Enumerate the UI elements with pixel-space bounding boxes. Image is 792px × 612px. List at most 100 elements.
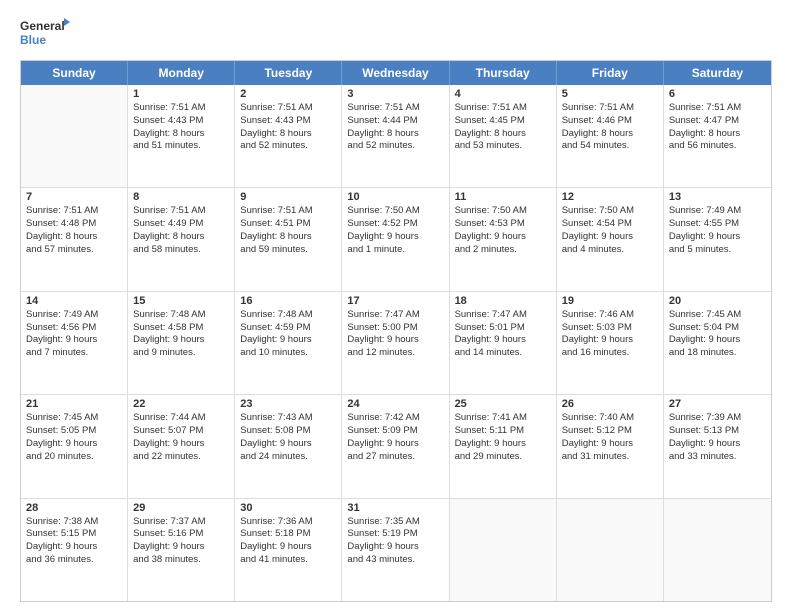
calendar-empty-cell xyxy=(664,499,771,601)
cell-line: Sunset: 4:56 PM xyxy=(26,322,122,335)
cell-line: and 14 minutes. xyxy=(455,347,551,360)
cell-line: Sunset: 4:43 PM xyxy=(240,115,336,128)
cell-line: Daylight: 8 hours xyxy=(347,128,443,141)
cell-line: Sunrise: 7:47 AM xyxy=(455,309,551,322)
header-day-wednesday: Wednesday xyxy=(342,61,449,85)
calendar-day-24: 24 Sunrise: 7:42 AMSunset: 5:09 PMDayligh… xyxy=(342,395,449,497)
day-number: 31 xyxy=(347,502,443,514)
day-number: 8 xyxy=(133,191,229,203)
day-number: 2 xyxy=(240,88,336,100)
cell-line: Daylight: 9 hours xyxy=(240,334,336,347)
day-number: 10 xyxy=(347,191,443,203)
cell-line: and 2 minutes. xyxy=(455,244,551,257)
cell-line: Daylight: 9 hours xyxy=(26,541,122,554)
cell-line: Daylight: 9 hours xyxy=(455,334,551,347)
cell-line: Sunset: 4:46 PM xyxy=(562,115,658,128)
cell-line: Daylight: 9 hours xyxy=(240,541,336,554)
calendar-day-29: 29Sunrise: 7:37 AMSunset: 5:16 PMDayligh… xyxy=(128,499,235,601)
cell-line: and 7 minutes. xyxy=(26,347,122,360)
day-number: 20 xyxy=(669,295,766,307)
cell-line: Sunset: 4:44 PM xyxy=(347,115,443,128)
cell-line: Daylight: 8 hours xyxy=(133,128,229,141)
day-number: 12 xyxy=(562,191,658,203)
cell-line: Sunrise: 7:50 AM xyxy=(562,205,658,218)
cell-line: Sunrise: 7:48 AM xyxy=(133,309,229,322)
cell-line: Sunrise: 7:43 AM xyxy=(240,412,336,425)
cell-line: Sunrise: 7:51 AM xyxy=(240,205,336,218)
cell-line: Sunrise: 7:40 AM xyxy=(562,412,658,425)
calendar-week-2: 7Sunrise: 7:51 AMSunset: 4:48 PMDaylight… xyxy=(21,188,771,291)
cell-line: Daylight: 9 hours xyxy=(455,231,551,244)
calendar-day-18: 18Sunrise: 7:47 AMSunset: 5:01 PMDayligh… xyxy=(450,292,557,394)
cell-line: and 16 minutes. xyxy=(562,347,658,360)
cell-line: and 10 minutes. xyxy=(240,347,336,360)
header-day-saturday: Saturday xyxy=(664,61,771,85)
cell-line: Sunrise: 7:45 AM xyxy=(669,309,766,322)
cell-line: Sunset: 5:19 PM xyxy=(347,528,443,541)
day-number: 16 xyxy=(240,295,336,307)
cell-line: Sunrise: 7:51 AM xyxy=(347,102,443,115)
calendar-day-20: 20Sunrise: 7:45 AMSunset: 5:04 PMDayligh… xyxy=(664,292,771,394)
day-number: 5 xyxy=(562,88,658,100)
cell-line: and 31 minutes. xyxy=(562,451,658,464)
calendar-day-16: 16Sunrise: 7:48 AMSunset: 4:59 PMDayligh… xyxy=(235,292,342,394)
cell-line: Sunrise: 7:47 AM xyxy=(347,309,443,322)
cell-line: Sunset: 5:04 PM xyxy=(669,322,766,335)
cell-line: Daylight: 9 hours xyxy=(347,334,443,347)
cell-line: and 1 minute. xyxy=(347,244,443,257)
page: General Blue SundayMondayTuesdayWednesda… xyxy=(0,0,792,612)
cell-line: Daylight: 9 hours xyxy=(133,334,229,347)
cell-line: Sunrise: 7:36 AM xyxy=(240,516,336,529)
header-day-tuesday: Tuesday xyxy=(235,61,342,85)
cell-line: Daylight: 9 hours xyxy=(347,231,443,244)
svg-text:Blue: Blue xyxy=(20,33,46,47)
cell-line: Daylight: 8 hours xyxy=(240,231,336,244)
cell-line: Daylight: 9 hours xyxy=(562,334,658,347)
day-number: 14 xyxy=(26,295,122,307)
cell-line: and 59 minutes. xyxy=(240,244,336,257)
cell-line: and 12 minutes. xyxy=(347,347,443,360)
calendar-week-3: 14Sunrise: 7:49 AMSunset: 4:56 PMDayligh… xyxy=(21,292,771,395)
calendar-day-4: 4Sunrise: 7:51 AMSunset: 4:45 PMDaylight… xyxy=(450,85,557,187)
header-day-monday: Monday xyxy=(128,61,235,85)
cell-line: and 38 minutes. xyxy=(133,554,229,567)
cell-line: Daylight: 9 hours xyxy=(240,438,336,451)
day-number: 13 xyxy=(669,191,766,203)
cell-line: and 20 minutes. xyxy=(26,451,122,464)
cell-line: Sunrise: 7:50 AM xyxy=(347,205,443,218)
day-number: 29 xyxy=(133,502,229,514)
cell-line: Daylight: 8 hours xyxy=(562,128,658,141)
cell-line: Sunrise: 7:37 AM xyxy=(133,516,229,529)
cell-line: Sunset: 5:13 PM xyxy=(669,425,766,438)
cell-line: Sunrise: 7:42 AM xyxy=(347,412,443,425)
calendar-empty-cell xyxy=(557,499,664,601)
svg-text:General: General xyxy=(20,19,65,33)
cell-line: Sunset: 4:45 PM xyxy=(455,115,551,128)
cell-line: and 22 minutes. xyxy=(133,451,229,464)
calendar: SundayMondayTuesdayWednesdayThursdayFrid… xyxy=(20,60,772,602)
calendar-day-11: 11Sunrise: 7:50 AMSunset: 4:53 PMDayligh… xyxy=(450,188,557,290)
day-number: 15 xyxy=(133,295,229,307)
calendar-day-12: 12Sunrise: 7:50 AMSunset: 4:54 PMDayligh… xyxy=(557,188,664,290)
calendar-week-1: 1Sunrise: 7:51 AMSunset: 4:43 PMDaylight… xyxy=(21,85,771,188)
calendar-day-17: 17Sunrise: 7:47 AMSunset: 5:00 PMDayligh… xyxy=(342,292,449,394)
header-day-friday: Friday xyxy=(557,61,664,85)
cell-line: Sunset: 5:09 PM xyxy=(347,425,443,438)
day-number: 24 xyxy=(347,398,443,410)
cell-line: Daylight: 9 hours xyxy=(455,438,551,451)
calendar-day-5: 5Sunrise: 7:51 AMSunset: 4:46 PMDaylight… xyxy=(557,85,664,187)
calendar-day-26: 26Sunrise: 7:40 AMSunset: 5:12 PMDayligh… xyxy=(557,395,664,497)
day-number: 23 xyxy=(240,398,336,410)
cell-line: and 5 minutes. xyxy=(669,244,766,257)
day-number: 11 xyxy=(455,191,551,203)
cell-line: and 58 minutes. xyxy=(133,244,229,257)
cell-line: Sunrise: 7:38 AM xyxy=(26,516,122,529)
cell-line: and 56 minutes. xyxy=(669,140,766,153)
cell-line: Daylight: 9 hours xyxy=(562,231,658,244)
cell-line: Sunrise: 7:51 AM xyxy=(26,205,122,218)
calendar-empty-cell xyxy=(21,85,128,187)
cell-line: Sunrise: 7:51 AM xyxy=(133,205,229,218)
calendar-day-9: 9Sunrise: 7:51 AMSunset: 4:51 PMDaylight… xyxy=(235,188,342,290)
cell-line: Daylight: 9 hours xyxy=(347,438,443,451)
cell-line: Sunset: 5:08 PM xyxy=(240,425,336,438)
